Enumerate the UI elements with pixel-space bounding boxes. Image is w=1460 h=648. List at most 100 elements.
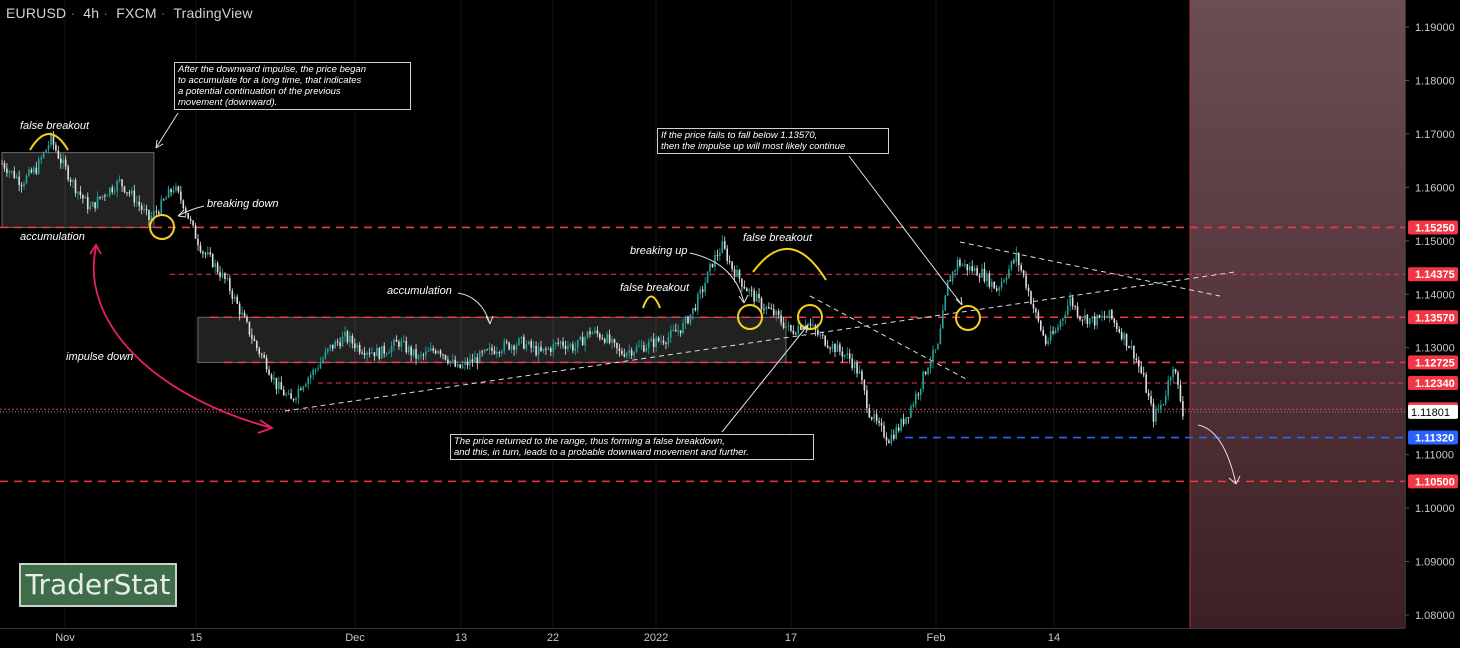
candle-body xyxy=(30,169,33,173)
candle-body xyxy=(873,414,875,420)
candle-body xyxy=(62,159,65,164)
candle-body xyxy=(233,296,236,299)
candle-body xyxy=(1059,320,1062,328)
price-axis[interactable]: 1.19000 1.18000 1.17000 1.16000 1.15000 1.140… xyxy=(1405,0,1460,648)
candle-body xyxy=(1040,320,1042,330)
candle-body xyxy=(550,348,552,352)
candle-body xyxy=(3,163,6,169)
candle-body xyxy=(782,322,785,328)
candle-body xyxy=(883,425,885,437)
time-axis[interactable]: Nov 15 Dec 13 22 2022 17 Feb 14 xyxy=(0,628,1460,648)
candle-body xyxy=(834,344,836,353)
note-false-breakdown: The price returned to the range, thus fo… xyxy=(450,434,814,460)
candle-body xyxy=(1111,309,1113,319)
candle-body xyxy=(648,341,650,348)
candle-body xyxy=(104,195,106,197)
candle-body xyxy=(993,281,996,289)
candle-body xyxy=(677,330,679,332)
candle-body xyxy=(748,289,751,292)
candle-body xyxy=(1008,268,1010,278)
price-tick-label: 1.15000 xyxy=(1415,236,1455,248)
candle-body xyxy=(1133,345,1135,359)
symbol-header[interactable]: EURUSD · 4h · FXCM · TradingView xyxy=(6,5,257,21)
candle-body xyxy=(395,339,398,342)
candle-body xyxy=(236,296,238,304)
candle-body xyxy=(515,345,518,350)
price-tick-label: 1.11000 xyxy=(1415,450,1454,462)
candle-body xyxy=(753,290,755,302)
candle-body xyxy=(452,359,454,361)
candle-body xyxy=(591,332,594,335)
candle-body xyxy=(199,245,202,252)
candle-body xyxy=(1057,327,1059,331)
platform-label: TradingView xyxy=(173,5,253,21)
candle-body xyxy=(858,371,861,374)
candle-body xyxy=(758,293,760,299)
candle-body xyxy=(305,384,307,387)
candle-body xyxy=(1042,329,1045,336)
candle-body xyxy=(942,310,944,329)
candle-body xyxy=(1172,369,1174,378)
candle-body xyxy=(743,286,746,289)
candle-body xyxy=(513,345,515,350)
candle-body xyxy=(922,371,924,389)
candle-body xyxy=(290,393,292,400)
candle-body xyxy=(704,283,706,292)
candle-body xyxy=(8,171,11,173)
candle-body xyxy=(1098,315,1101,318)
candle-body xyxy=(527,341,530,345)
time-tick-label: 15 xyxy=(190,632,202,644)
candle-body xyxy=(667,337,670,344)
candle-body xyxy=(1093,316,1096,326)
interval-label[interactable]: 4h xyxy=(83,5,99,21)
candle-body xyxy=(366,352,368,355)
candle-body xyxy=(1167,380,1169,396)
candle-body xyxy=(1086,314,1089,324)
note-accumulation: After the downward impulse, the price be… xyxy=(174,62,411,110)
candle-body xyxy=(378,348,381,359)
candle-body xyxy=(1025,275,1027,288)
candle-body xyxy=(89,206,91,210)
candle-body xyxy=(40,157,42,160)
candle-body xyxy=(231,290,234,299)
candle-body xyxy=(18,176,20,185)
candle-body xyxy=(915,394,917,405)
candle-body xyxy=(1044,335,1047,344)
candle-body xyxy=(562,341,564,346)
candle-body xyxy=(133,190,136,203)
candle-body xyxy=(329,344,332,349)
candle-body xyxy=(268,369,270,375)
candle-body xyxy=(670,330,672,338)
candle-body xyxy=(738,269,741,279)
candle-body xyxy=(371,352,373,354)
candle-body xyxy=(334,341,336,349)
candle-body xyxy=(501,351,503,354)
candle-body xyxy=(1150,396,1152,404)
candle-body xyxy=(1174,369,1177,373)
candle-body xyxy=(1155,408,1157,422)
candle-body xyxy=(716,255,719,257)
candle-body xyxy=(194,225,197,239)
candle-body xyxy=(354,343,356,349)
symbol-name[interactable]: EURUSD xyxy=(6,5,66,21)
candle-body xyxy=(1035,308,1037,313)
candle-body xyxy=(910,406,912,418)
candle-body xyxy=(777,310,780,316)
candle-body xyxy=(351,335,354,344)
candle-body xyxy=(741,278,743,287)
candle-body xyxy=(547,348,550,350)
candle-body xyxy=(1064,314,1067,319)
candle-body xyxy=(944,295,947,311)
candle-body xyxy=(628,350,630,353)
candle-body xyxy=(481,351,483,353)
candle-body xyxy=(410,346,412,356)
candle-body xyxy=(425,351,427,356)
candle-body xyxy=(204,253,207,255)
candle-body xyxy=(415,349,417,359)
candle-body xyxy=(219,271,221,277)
candle-body xyxy=(226,278,229,280)
candle-body xyxy=(390,345,393,353)
level-badge-text: 1.11320 xyxy=(1415,433,1454,445)
candle-body xyxy=(175,186,177,191)
candle-body xyxy=(897,427,900,431)
